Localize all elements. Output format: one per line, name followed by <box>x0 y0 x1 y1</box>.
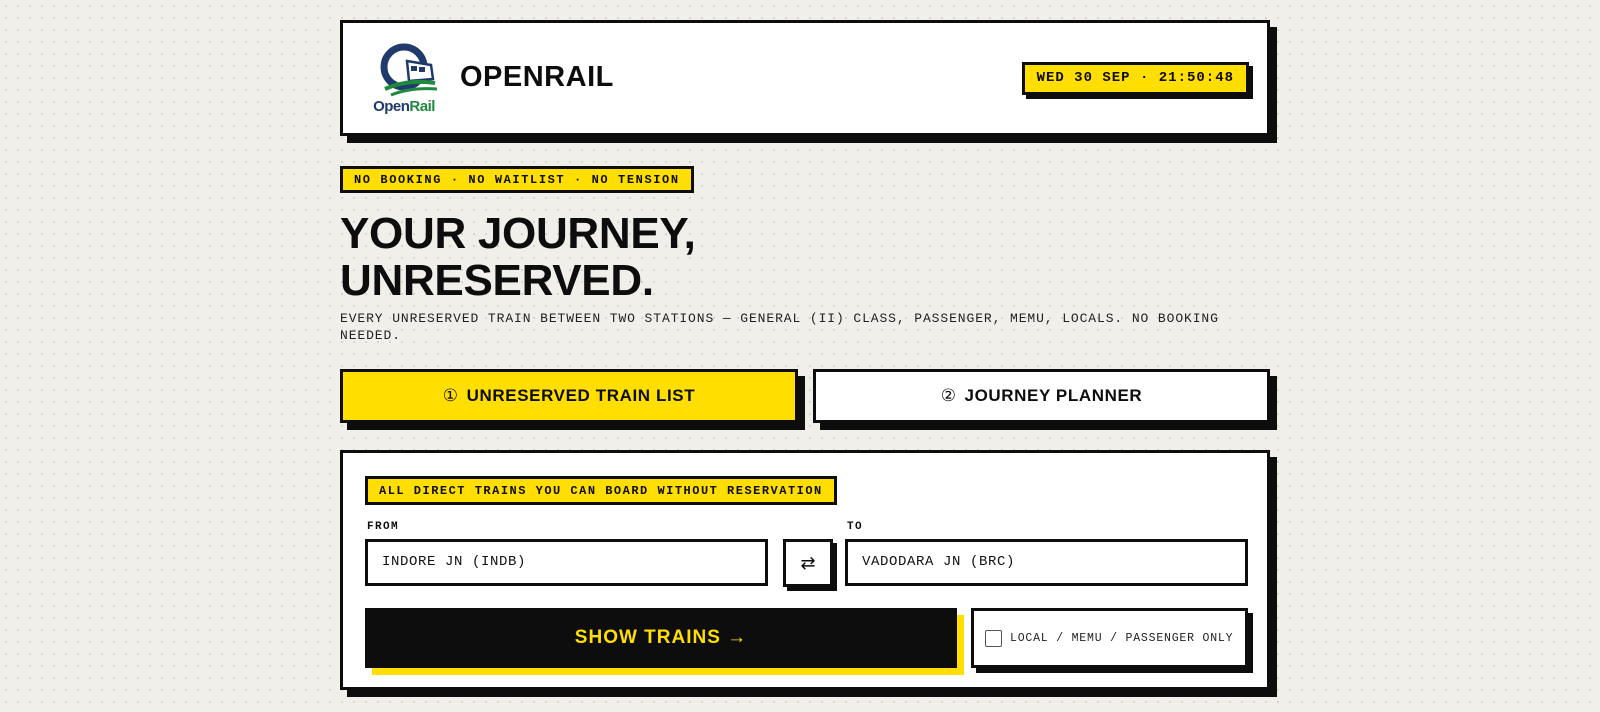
tab-unreserved-train-list[interactable]: ① UNRESERVED TRAIN LIST <box>340 369 798 423</box>
search-panel: ALL DIRECT TRAINS YOU CAN BOARD WITHOUT … <box>340 450 1270 690</box>
tab-number: ② <box>940 386 957 406</box>
page-subtitle: EVERY UNRESERVED TRAIN BETWEEN TWO STATI… <box>340 311 1219 343</box>
logo-wordmark-rail: Rail <box>409 98 435 115</box>
to-station-input[interactable]: VADODARA JN (BRC) <box>845 539 1248 586</box>
local-memu-passenger-filter[interactable]: LOCAL / MEMU / PASSENGER ONLY <box>971 608 1248 668</box>
tab-journey-planner[interactable]: ② JOURNEY PLANNER <box>813 369 1270 423</box>
page-title: YOUR JOURNEY, UNRESERVED. <box>340 210 1100 304</box>
tab-label: JOURNEY PLANNER <box>964 386 1143 405</box>
page-title-line-1: YOUR JOURNEY, <box>340 209 696 258</box>
datetime-badge: WED 30 SEP · 21:50:48 <box>1021 62 1249 95</box>
from-station-input[interactable]: INDORE JN (INDB) <box>365 539 768 586</box>
tab-number: ① <box>442 386 459 406</box>
swap-stations-button[interactable]: ⇄ <box>783 539 833 587</box>
site-header: OpenRail OPENRAIL WED 30 SEP · 21:50:48 <box>340 20 1270 136</box>
brand-name: OPENRAIL <box>460 61 614 93</box>
page-title-line-2: UNRESERVED. <box>340 256 654 305</box>
to-label: TO <box>847 521 864 533</box>
tagline-badge: NO BOOKING · NO WAITLIST · NO TENSION <box>340 166 694 193</box>
train-logo-icon <box>380 43 438 97</box>
logo-wordmark: OpenRail <box>367 98 441 115</box>
swap-arrows-icon: ⇄ <box>800 552 816 574</box>
tab-label: UNRESERVED TRAIN LIST <box>466 386 696 405</box>
search-panel-badge: ALL DIRECT TRAINS YOU CAN BOARD WITHOUT … <box>365 476 837 505</box>
from-label: FROM <box>367 521 400 533</box>
logo-wordmark-open: Open <box>373 98 410 115</box>
openrail-logo[interactable]: OpenRail <box>367 39 441 115</box>
show-trains-button[interactable]: SHOW TRAINS → <box>365 608 957 668</box>
filter-label: LOCAL / MEMU / PASSENGER ONLY <box>1010 631 1234 645</box>
checkbox-icon[interactable] <box>985 629 1002 647</box>
